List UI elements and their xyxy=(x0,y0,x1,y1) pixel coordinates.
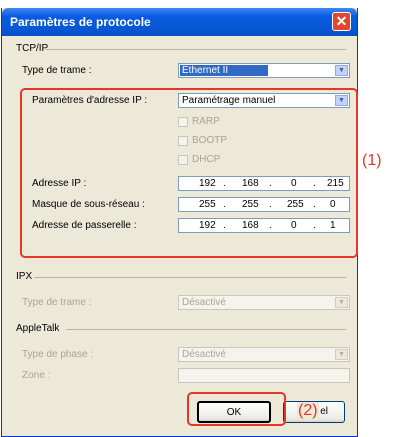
ipx-frame-type-label: Type de trame : xyxy=(22,297,92,308)
tcpip-group-label: TCP/IP xyxy=(16,43,49,54)
appletalk-group-label: AppleTalk xyxy=(16,323,60,334)
chevron-down-icon[interactable]: ▼ xyxy=(335,349,348,360)
frame-type-select[interactable]: Ethernet II ▼ xyxy=(178,63,350,78)
phase-type-value: Désactivé xyxy=(182,349,226,360)
frame-type-value: Ethernet II xyxy=(180,65,269,76)
window-title: Paramètres de protocole xyxy=(10,15,151,29)
highlight-box-1 xyxy=(20,88,358,258)
callout-1: (1) xyxy=(362,152,382,169)
ipx-frame-type-value: Désactivé xyxy=(182,297,226,308)
highlight-box-2 xyxy=(187,392,286,426)
callout-2: (2) xyxy=(297,402,319,420)
close-icon[interactable]: ✕ xyxy=(332,12,351,31)
chevron-down-icon[interactable]: ▼ xyxy=(335,297,348,308)
zone-input[interactable] xyxy=(178,368,350,383)
appletalk-group-divider xyxy=(66,329,346,330)
ipx-group-label: IPX xyxy=(16,271,33,282)
title-bar[interactable]: Paramètres de protocole ✕ xyxy=(2,8,357,36)
phase-type-select[interactable]: Désactivé ▼ xyxy=(178,347,350,362)
chevron-down-icon[interactable]: ▼ xyxy=(335,65,348,76)
tcpip-group-divider xyxy=(46,49,346,50)
ipx-group-divider xyxy=(34,277,346,278)
zone-label: Zone : xyxy=(22,370,51,381)
ipx-frame-type-select[interactable]: Désactivé ▼ xyxy=(178,295,350,310)
frame-type-label: Type de trame : xyxy=(22,65,92,76)
phase-type-label: Type de phase : xyxy=(22,349,94,360)
